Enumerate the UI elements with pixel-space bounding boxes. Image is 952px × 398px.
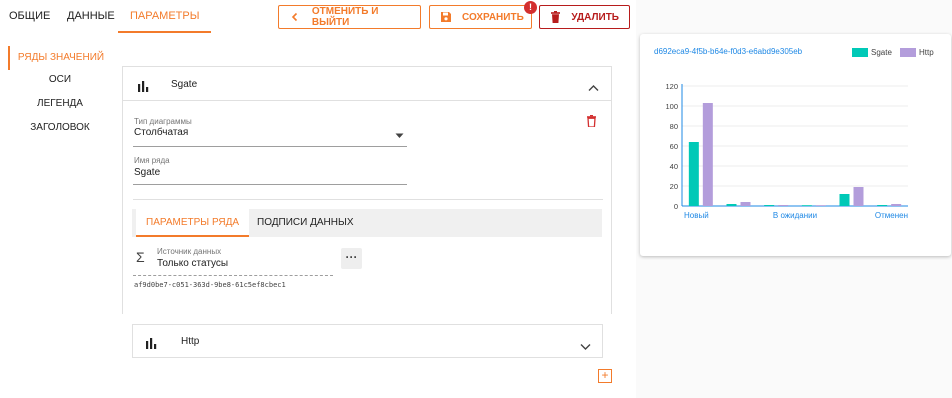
y-tick-label: 80 xyxy=(670,122,678,131)
save-button[interactable]: СОХРАНИТЬ ! xyxy=(429,1,537,29)
bar-http xyxy=(815,205,826,206)
series-panel-expanded: Sgate xyxy=(122,66,612,314)
sidenav-item-axes[interactable]: ОСИ xyxy=(8,68,112,92)
series-name-underline xyxy=(133,184,407,185)
series-panel-header[interactable]: Sgate xyxy=(123,67,611,101)
datasource-id: af9d0be7-c051-363d-9be8-61c5ef8cbec1 xyxy=(134,281,286,289)
bar-sgate xyxy=(877,205,888,206)
sidenav-item-legend[interactable]: ЛЕГЕНДА xyxy=(8,92,112,116)
top-tab-bar: ОБЩИЕ ДАННЫЕ ПАРАМЕТРЫ ОТМЕНИТЬ И ВЫЙТИ … xyxy=(0,0,636,34)
sigma-icon: Σ xyxy=(136,249,145,265)
chart-type-select[interactable]: Столбчатая xyxy=(134,127,188,138)
series-panel-title: Sgate xyxy=(171,79,198,90)
tab-data[interactable]: ДАННЫЕ xyxy=(67,0,115,33)
chart-preview-card: d692eca9-4f5b-b64e-f0d3-e6abd9e305eb Sga… xyxy=(640,34,951,256)
cancel-and-exit-button[interactable]: ОТМЕНИТЬ И ВЫЙТИ xyxy=(278,5,421,29)
bar-sgate xyxy=(688,142,699,206)
chevron-up-icon[interactable] xyxy=(588,79,599,97)
chevron-left-icon xyxy=(289,10,302,24)
delete-button[interactable]: УДАЛИТЬ xyxy=(539,5,630,29)
chart-type-underline xyxy=(133,146,407,147)
settings-pane: РЯДЫ ЗНАЧЕНИЙ ОСИ ЛЕГЕНДА ЗАГОЛОВОК Sgat… xyxy=(0,34,636,398)
bar-http xyxy=(740,202,751,206)
y-tick-label: 120 xyxy=(665,82,678,91)
cancel-and-exit-label: ОТМЕНИТЬ И ВЫЙТИ xyxy=(311,6,379,28)
bar-sgate xyxy=(764,205,775,206)
y-tick-label: 100 xyxy=(665,102,678,111)
bar-http xyxy=(778,205,789,206)
series-name-input[interactable]: Sgate xyxy=(134,167,160,178)
subtab-data-labels[interactable]: ПОДПИСИ ДАННЫХ xyxy=(257,209,354,237)
app-root: ОБЩИЕ ДАННЫЕ ПАРАМЕТРЫ ОТМЕНИТЬ И ВЫЙТИ … xyxy=(0,0,952,398)
subtab-series-parameters[interactable]: ПАРАМЕТРЫ РЯДА xyxy=(136,209,250,237)
datasource-value[interactable]: Только статусы xyxy=(157,258,228,269)
tab-general[interactable]: ОБЩИЕ xyxy=(9,0,50,33)
unsaved-warning-badge: ! xyxy=(524,1,537,14)
sidenav-item-title[interactable]: ЗАГОЛОВОК xyxy=(8,116,112,140)
delete-series-icon[interactable] xyxy=(586,114,597,132)
y-tick-label: 20 xyxy=(670,182,678,191)
bar-sgate xyxy=(839,194,850,206)
bar-http xyxy=(853,187,864,206)
x-tick-label: Новый xyxy=(684,211,709,220)
tab-parameters[interactable]: ПАРАМЕТРЫ xyxy=(118,0,212,33)
datasource-underline xyxy=(133,275,333,276)
delete-label: УДАЛИТЬ xyxy=(571,11,619,23)
bar-sgate xyxy=(726,204,737,206)
chart-type-label: Тип диаграммы xyxy=(134,117,192,126)
chevron-down-icon[interactable] xyxy=(580,338,591,356)
bar-sgate xyxy=(801,205,812,206)
series-panel-collapsed[interactable]: Http xyxy=(132,324,603,358)
bar-chart: 0 20 40 60 80 100 120 Новый В ожидании Отменен xyxy=(665,82,908,220)
bar-http xyxy=(702,103,713,206)
collapsed-series-title: Http xyxy=(181,336,200,347)
x-tick-label: В ожидании xyxy=(773,211,817,220)
save-label: СОХРАНИТЬ xyxy=(462,11,524,23)
sidenav-item-value-series[interactable]: РЯДЫ ЗНАЧЕНИЙ xyxy=(8,46,112,70)
y-tick-label: 60 xyxy=(670,142,678,151)
floppy-disk-icon xyxy=(440,10,452,24)
trash-icon xyxy=(550,10,561,24)
bar-http xyxy=(891,204,902,206)
dropdown-arrow-icon[interactable] xyxy=(395,126,404,144)
bar-chart-icon xyxy=(146,336,158,349)
series-name-label: Имя ряда xyxy=(134,156,170,165)
y-tick-label: 0 xyxy=(674,202,678,211)
add-series-button[interactable]: + xyxy=(598,369,612,383)
y-tick-label: 40 xyxy=(670,162,678,171)
datasource-label: Источник данных xyxy=(157,247,222,256)
panel-divider xyxy=(133,199,603,200)
x-tick-label: Отменен xyxy=(875,211,908,220)
series-subtabs: ПАРАМЕТРЫ РЯДА ПОДПИСИ ДАННЫХ xyxy=(132,209,602,237)
datasource-more-button[interactable]: ··· xyxy=(341,248,362,269)
bar-chart-icon xyxy=(138,79,150,92)
